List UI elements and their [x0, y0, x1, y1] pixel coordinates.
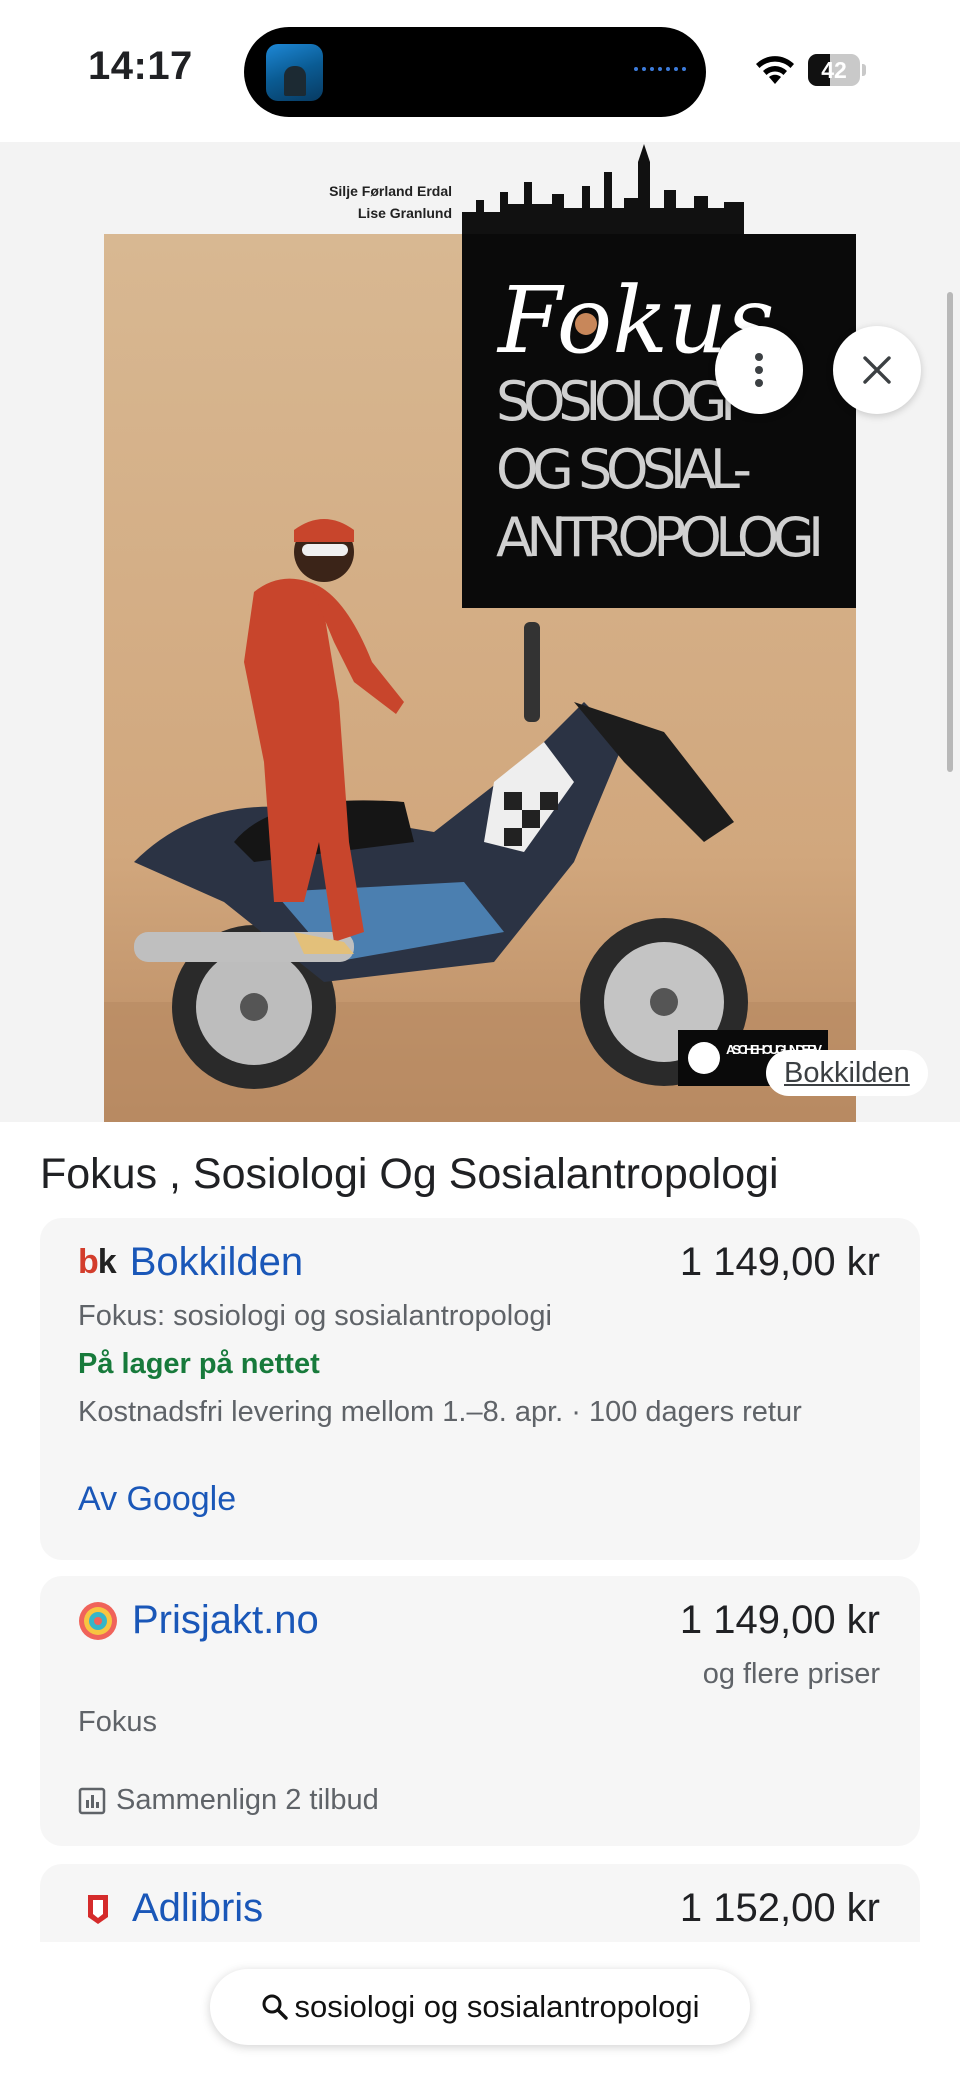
more-options-button[interactable]: [715, 326, 803, 414]
offer-price: 1 149,00 kr: [679, 1240, 880, 1284]
scrollbar[interactable]: [947, 292, 953, 772]
adlibris-logo-icon: [88, 1894, 108, 1924]
image-viewer[interactable]: Silje Førland Erdal Lise Granlund Fokus …: [0, 142, 960, 1122]
cover-subtitle-3: ANTROPOLOGI: [496, 506, 824, 569]
more-vertical-icon: [755, 353, 763, 387]
status-time: 14:17: [88, 44, 193, 88]
battery-level: 42: [821, 57, 847, 83]
stock-status: På lager på nettet: [78, 1348, 320, 1380]
more-prices-label: og flere priser: [702, 1658, 880, 1690]
bottom-bar: sosiologi og sosialantropologi: [0, 1942, 960, 2081]
compare-label: Sammenlign 2 tilbud: [116, 1784, 379, 1816]
dynamic-island[interactable]: [244, 27, 706, 117]
wifi-icon: [756, 56, 794, 84]
offer-card-prisjakt[interactable]: Prisjakt.no 1 149,00 kr og flere priser …: [40, 1576, 920, 1846]
offer-card-bokkilden[interactable]: bk Bokkilden 1 149,00 kr Fokus: sosiolog…: [40, 1218, 920, 1560]
cover-author-1: Silje Førland Erdal: [329, 183, 452, 199]
bar-chart-icon: [78, 1787, 106, 1814]
offer-price: 1 149,00 kr: [679, 1598, 880, 1642]
status-bar: 14:17 42: [0, 0, 960, 142]
merchant-name[interactable]: Bokkilden: [130, 1240, 303, 1285]
offer-description: Fokus: sosiologi og sosialantropologi: [78, 1300, 552, 1332]
battery-icon: 42: [808, 54, 866, 86]
image-source-link[interactable]: Bokkilden: [766, 1050, 928, 1096]
bokkilden-logo-icon: bk: [78, 1243, 117, 1281]
now-playing-thumbnail: [266, 44, 323, 101]
book-cover-image: Silje Førland Erdal Lise Granlund Fokus …: [104, 142, 856, 1122]
product-title: Fokus , Sosiologi Og Sosialantropologi: [40, 1150, 779, 1198]
offer-description: Fokus: [78, 1706, 157, 1738]
search-query-text: sosiologi og sosialantropologi: [294, 1989, 700, 2024]
audio-indicator-icon: [634, 67, 686, 71]
compare-offers-link[interactable]: Sammenlign 2 tilbud: [78, 1784, 379, 1817]
cover-subtitle-2: OG SOSIAL-: [496, 438, 752, 501]
merchant-name[interactable]: Adlibris: [132, 1886, 263, 1931]
cover-author-2: Lise Granlund: [358, 205, 452, 221]
close-icon: [863, 356, 891, 384]
close-button[interactable]: [833, 326, 921, 414]
merchant-name[interactable]: Prisjakt.no: [132, 1598, 319, 1643]
prisjakt-logo-icon: [79, 1601, 117, 1640]
search-icon: [262, 1994, 288, 2020]
by-google-link[interactable]: Av Google: [78, 1480, 236, 1519]
cover-subtitle-1: SOSIOLOGI: [496, 370, 736, 433]
offer-price: 1 152,00 kr: [679, 1886, 880, 1930]
search-query-pill[interactable]: sosiologi og sosialantropologi: [210, 1969, 750, 2045]
delivery-info: Kostnadsfri levering mellom 1.–8. apr. ·…: [78, 1396, 802, 1428]
